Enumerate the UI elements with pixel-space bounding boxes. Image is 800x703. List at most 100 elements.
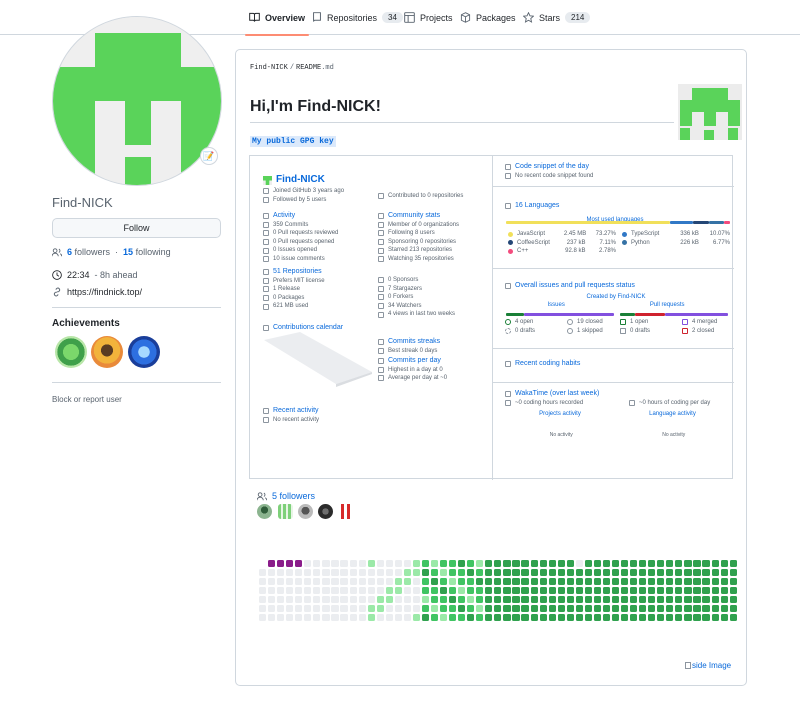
contribution-day xyxy=(440,614,448,622)
contribution-day xyxy=(684,596,692,604)
recent-activity-section: Recent activity No recent activity xyxy=(263,407,373,424)
gpg-key-link[interactable]: My public GPG key xyxy=(250,136,336,147)
contribution-day xyxy=(385,569,393,577)
tab-label: Repositories xyxy=(327,12,378,23)
contribution-day xyxy=(548,587,556,595)
follower-avatar[interactable] xyxy=(338,504,353,519)
sidebar-divider xyxy=(52,307,221,308)
readme-user-link[interactable]: Find-NICK xyxy=(250,64,288,72)
contribution-day xyxy=(485,605,493,613)
followers-section-link[interactable]: 5 followers xyxy=(272,491,315,501)
contribution-day xyxy=(539,578,547,586)
contribution-day xyxy=(313,596,321,604)
follow-button[interactable]: Follow xyxy=(52,218,221,238)
user-section: Find-NICK Joined GitHub 3 years ago Foll… xyxy=(263,175,373,204)
contribution-day xyxy=(494,605,502,613)
tab-repositories[interactable]: Repositories 34 xyxy=(312,0,403,35)
issues-headers: Issues Pull requests xyxy=(505,301,727,310)
eye-icon xyxy=(378,256,384,263)
readme-heading: Hi,I'm Find-NICK! xyxy=(250,98,381,115)
contribution-day xyxy=(693,560,701,568)
contribution-day xyxy=(675,605,683,613)
contribution-day xyxy=(702,614,710,622)
contribution-day xyxy=(729,569,737,577)
contribution-day xyxy=(313,587,321,595)
contribution-day xyxy=(639,596,647,604)
user-avatar-icon xyxy=(263,176,272,185)
contribution-day xyxy=(684,614,692,622)
achievement-pair-extraordinaire-badge[interactable] xyxy=(55,336,87,368)
contribution-day xyxy=(268,605,276,613)
wakatime-hours: ~0 coding hours recorded xyxy=(515,399,584,406)
follower-avatar[interactable] xyxy=(318,504,333,519)
flame-icon xyxy=(378,347,384,354)
contribution-day xyxy=(259,605,267,613)
achievement-yolo-badge[interactable] xyxy=(91,336,123,368)
tab-stars[interactable]: Stars 214 xyxy=(523,0,591,35)
activity-icon xyxy=(263,408,269,415)
contribution-day xyxy=(295,587,303,595)
contribution-day xyxy=(385,578,393,586)
avatar[interactable] xyxy=(52,16,222,186)
snippet-title: Code snippet of the day xyxy=(515,163,589,170)
achievements-title: Achievements xyxy=(52,318,120,329)
contribution-day xyxy=(639,587,647,595)
contribution-day xyxy=(485,614,493,622)
block-report-link[interactable]: Block or report user xyxy=(52,395,122,404)
contribution-day xyxy=(575,605,583,613)
contribution-day xyxy=(304,605,312,613)
follower-avatar[interactable] xyxy=(298,504,313,519)
side-image-alt: side Image xyxy=(692,661,732,670)
contribution-day xyxy=(449,605,457,613)
contribution-day xyxy=(340,605,348,613)
side-image-link[interactable]: side Image xyxy=(685,661,731,670)
contribution-day xyxy=(675,587,683,595)
contribution-day xyxy=(458,587,466,595)
lang-dot xyxy=(622,231,627,237)
contribution-day xyxy=(394,587,402,595)
repo-count-badge: 34 xyxy=(382,12,403,23)
contribution-day xyxy=(666,587,674,595)
contribution-day xyxy=(711,587,719,595)
contribution-day xyxy=(575,587,583,595)
issues-subtitle: Created by Find-NICK xyxy=(586,293,646,300)
pr-count: 1 open xyxy=(630,319,649,325)
followers-link[interactable]: 6 followers xyxy=(67,247,110,257)
contribution-day xyxy=(430,569,439,577)
contribution-day xyxy=(639,605,647,613)
issue-count: 19 closed xyxy=(577,319,603,325)
contribution-day xyxy=(729,614,737,622)
contribution-day xyxy=(349,578,357,586)
set-status-button[interactable]: 📝 xyxy=(200,147,218,165)
achievement-arctic-badge[interactable] xyxy=(128,336,160,368)
activity-item: 359 Commits xyxy=(273,221,309,228)
contribution-day xyxy=(467,605,475,613)
contribution-day xyxy=(729,596,737,604)
following-link[interactable]: 15 following xyxy=(123,247,171,257)
website-link[interactable]: https://findnick.top/ xyxy=(67,287,142,297)
contribution-day xyxy=(711,560,719,568)
contribution-day xyxy=(512,605,520,613)
contribution-day xyxy=(657,560,665,568)
contribution-day xyxy=(630,587,638,595)
contribution-day xyxy=(521,614,529,622)
contribution-day xyxy=(367,596,375,604)
follower-avatar[interactable] xyxy=(257,504,272,519)
tab-packages[interactable]: Packages xyxy=(460,0,516,35)
follower-avatar[interactable] xyxy=(278,504,293,519)
contribution-day xyxy=(575,614,583,622)
lang-pct: 10.07% xyxy=(709,231,730,237)
tab-overview[interactable]: Overview xyxy=(244,0,310,36)
link-icon xyxy=(52,287,62,297)
perday-item: Average per day at ~0 xyxy=(388,375,448,382)
contribution-day xyxy=(621,605,629,613)
tab-projects[interactable]: Projects xyxy=(404,0,453,35)
contribution-day xyxy=(259,596,267,604)
contribution-day xyxy=(657,587,665,595)
lang-size: 226 kB xyxy=(680,239,699,246)
star-icon xyxy=(378,247,384,254)
contribution-day xyxy=(458,605,466,613)
emoji-icon: 📝 xyxy=(203,150,215,161)
contribution-day xyxy=(304,578,312,586)
pr-draft-icon xyxy=(620,327,626,334)
